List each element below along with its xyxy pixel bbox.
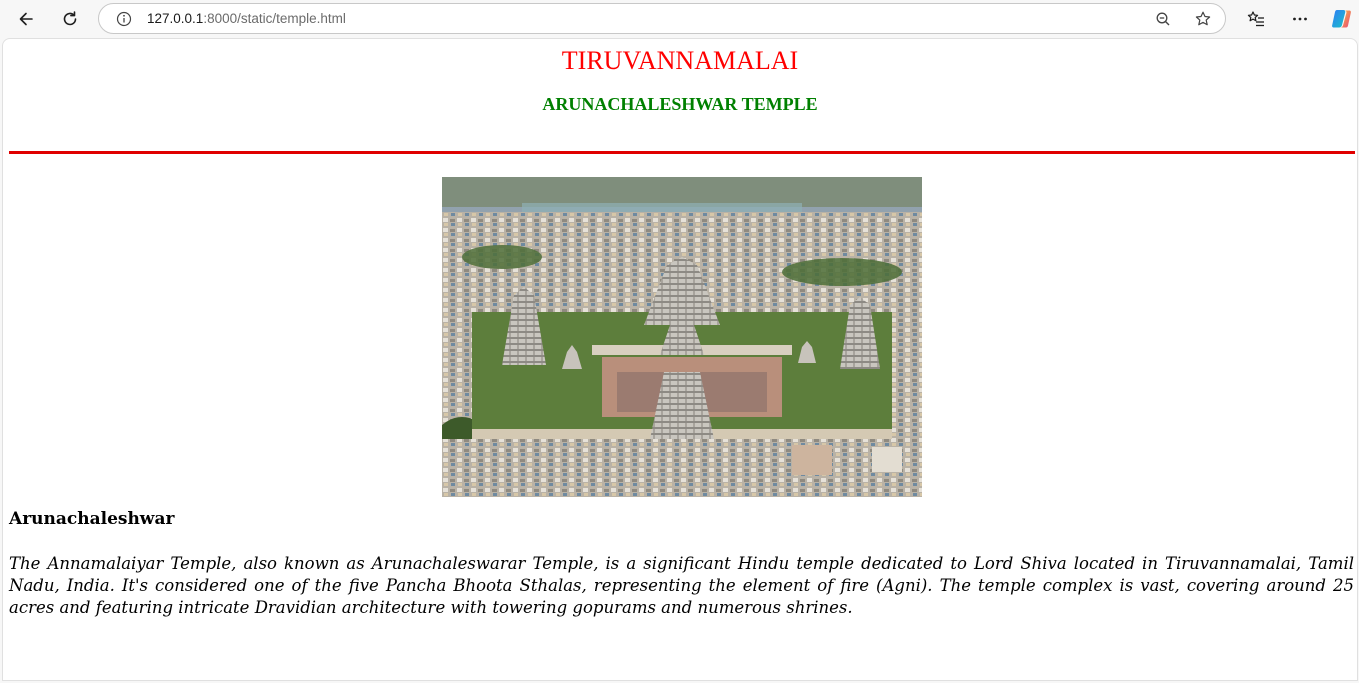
url-path: :8000/static/temple.html [203, 11, 346, 26]
site-info-button[interactable] [115, 10, 133, 28]
horizontal-rule [9, 151, 1355, 154]
reload-icon [63, 11, 77, 26]
page-title: TIRUVANNAMALAI [561, 46, 799, 75]
copilot-button[interactable] [1326, 4, 1358, 34]
section-heading: Arunachaleshwar [9, 509, 175, 529]
favorite-star-icon [1195, 11, 1211, 26]
info-icon [116, 11, 132, 27]
url-text: 127.0.0.1:8000/static/temple.html [147, 11, 346, 26]
temple-aerial-photo [442, 177, 922, 497]
copilot-icon [1332, 10, 1351, 28]
reload-button[interactable] [54, 4, 86, 34]
description-paragraph: The Annamalaiyar Temple, also known as A… [9, 554, 1354, 617]
back-arrow-icon [19, 12, 33, 26]
zoom-button[interactable] [1152, 9, 1174, 29]
page-viewport: TIRUVANNAMALAI ARUNACHALESHWAR TEMPLE Ar… [2, 38, 1358, 681]
page-subtitle: ARUNACHALESHWAR TEMPLE [542, 94, 818, 114]
back-button[interactable] [10, 4, 42, 34]
browser-toolbar: 127.0.0.1:8000/static/temple.html [0, 0, 1359, 38]
url-host: 127.0.0.1 [147, 11, 204, 26]
zoom-out-icon [1156, 12, 1170, 26]
address-bar[interactable]: 127.0.0.1:8000/static/temple.html [98, 3, 1226, 34]
temple-page: TIRUVANNAMALAI ARUNACHALESHWAR TEMPLE Ar… [3, 39, 1357, 680]
favorites-list-icon [1247, 11, 1264, 27]
favorite-button[interactable] [1192, 9, 1214, 29]
more-menu-icon [1293, 17, 1307, 21]
favorites-button[interactable] [1240, 4, 1272, 34]
more-menu-button[interactable] [1284, 4, 1316, 34]
